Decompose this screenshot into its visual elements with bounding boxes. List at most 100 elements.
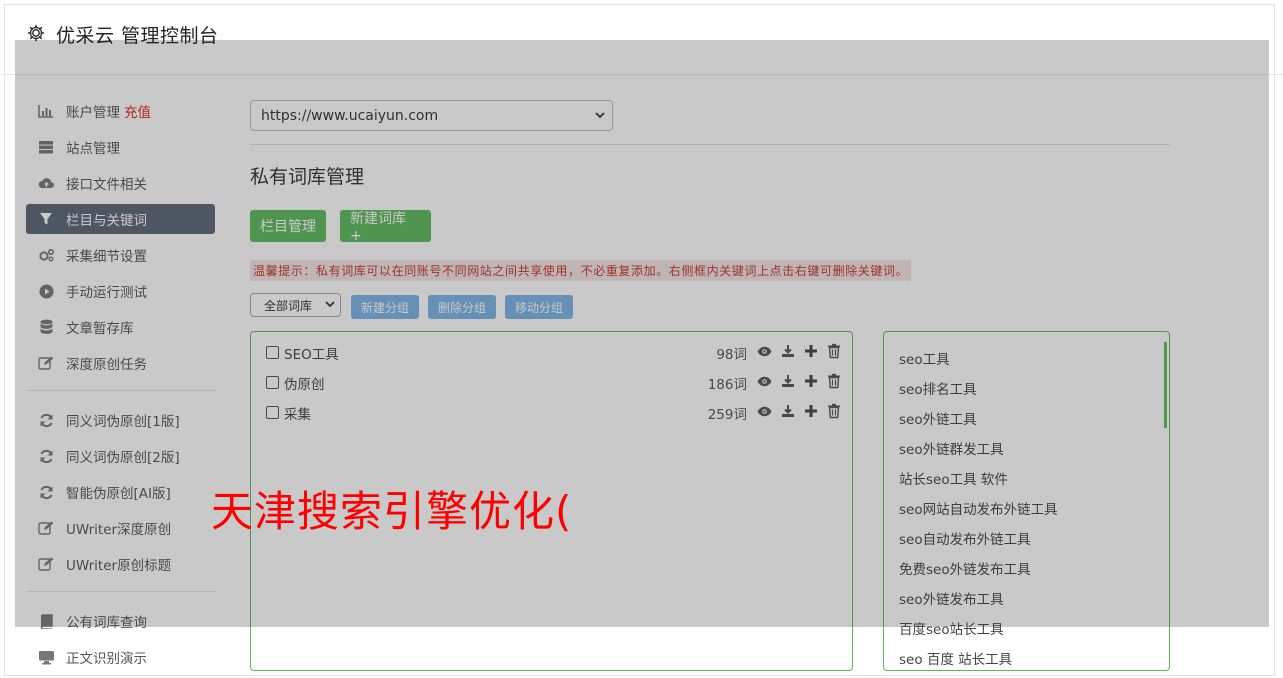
keyword-item[interactable]: seo 百度 站长工具 <box>899 648 1012 668</box>
sidebar-item-label: 公有词库查询 <box>66 615 147 631</box>
sidebar-item-label: 栏目与关键词 <box>66 213 147 229</box>
library-checkbox[interactable] <box>266 405 279 419</box>
keyword-item[interactable]: seo外链发布工具 <box>899 588 1004 608</box>
sidebar-item-label: 深度原创任务 <box>66 357 147 373</box>
sidebar-item-label: 同义词伪原创[1版] <box>66 414 180 430</box>
library-checkbox[interactable] <box>266 375 279 389</box>
download-icon[interactable] <box>781 374 795 392</box>
keyword-item[interactable]: seo自动发布外链工具 <box>899 528 1031 548</box>
library-name[interactable]: 伪原创 <box>284 373 708 393</box>
add-icon[interactable] <box>804 374 818 392</box>
download-icon[interactable] <box>781 344 795 362</box>
sidebar-item-text-recognition[interactable]: 正文识别演示 <box>26 642 215 672</box>
sidebar-item-manual-run[interactable]: 手动运行测试 <box>26 276 215 306</box>
sidebar-item-label: 智能伪原创[AI版] <box>66 486 171 502</box>
book-icon <box>37 613 55 629</box>
trash-icon[interactable] <box>827 403 841 423</box>
recharge-link[interactable]: 充值 <box>124 101 151 121</box>
keyword-item[interactable]: 免费seo外链发布工具 <box>899 558 1031 578</box>
sidebar-item-uwriter-title[interactable]: UWriter原创标题 <box>26 549 215 579</box>
page-title: 私有词库管理 <box>250 166 365 188</box>
tip-text: 温馨提示：私有词库可以在同账号不同网站之间共享使用，不必重复添加。右侧框内关键词… <box>250 260 912 281</box>
keyword-item[interactable]: seo排名工具 <box>899 378 977 398</box>
download-icon[interactable] <box>781 404 795 422</box>
watermark-text: 天津搜索引擎优化( <box>211 487 573 536</box>
sidebar-item-ai-original[interactable]: 智能伪原创[AI版] <box>26 477 215 507</box>
sidebar-item-label: 文章暂存库 <box>66 321 134 337</box>
sidebar-item-label: UWriter深度原创 <box>66 522 172 538</box>
library-row: 采集 259词 <box>266 403 841 423</box>
new-group-button[interactable]: 新建分组 <box>351 295 420 319</box>
move-group-button[interactable]: 移动分组 <box>505 295 574 319</box>
keyword-item[interactable]: seo工具 <box>899 348 950 368</box>
keyword-item[interactable]: 百度seo站长工具 <box>899 618 1004 638</box>
app-title: 优采云 管理控制台 <box>56 25 219 47</box>
delete-group-button[interactable]: 删除分组 <box>428 295 497 319</box>
trash-icon[interactable] <box>827 373 841 393</box>
library-name[interactable]: SEO工具 <box>284 343 716 363</box>
sidebar-item-sites[interactable]: 站点管理 <box>26 132 215 162</box>
library-count: 186词 <box>707 377 747 393</box>
eye-icon[interactable] <box>757 345 772 361</box>
keyword-list-panel: seo工具 seo排名工具 seo外链工具 seo外链群发工具 站长seo工具 … <box>883 331 1170 671</box>
edit-icon <box>37 355 55 371</box>
chevron-down-icon <box>594 109 606 125</box>
monitor-icon <box>37 649 55 665</box>
refresh-icon <box>37 412 55 428</box>
sidebar-item-synonym-v2[interactable]: 同义词伪原创[2版] <box>26 441 215 471</box>
group-select[interactable]: 全部词库 <box>250 293 341 317</box>
sidebar-item-label: 账户管理 <box>66 105 120 121</box>
sidebar-item-columns-keywords[interactable]: 栏目与关键词 <box>26 204 215 234</box>
gear-icon <box>26 23 46 43</box>
filter-icon <box>37 211 55 227</box>
chevron-down-icon <box>324 298 336 313</box>
sidebar-item-article-store[interactable]: 文章暂存库 <box>26 312 215 342</box>
trash-icon[interactable] <box>827 343 841 363</box>
eye-icon[interactable] <box>757 405 772 421</box>
database-icon <box>37 319 55 335</box>
library-checkbox[interactable] <box>266 345 279 359</box>
top-bar: 优采云 管理控制台 <box>0 0 1283 75</box>
sidebar-divider <box>26 591 215 592</box>
library-row: 伪原创 186词 <box>266 373 841 393</box>
refresh-icon <box>37 484 55 500</box>
sidebar-item-account[interactable]: 账户管理 充值 <box>26 96 215 126</box>
edit-icon <box>37 520 55 536</box>
sidebar-item-label: 站点管理 <box>66 141 120 157</box>
site-select[interactable]: https://www.ucaiyun.com <box>250 100 613 131</box>
cogs-icon <box>37 247 55 263</box>
sidebar-item-label: 手动运行测试 <box>66 285 147 301</box>
sidebar-item-deep-original[interactable]: 深度原创任务 <box>26 348 215 378</box>
sidebar-divider <box>26 390 215 391</box>
sidebar-item-label: UWriter原创标题 <box>66 558 172 574</box>
eye-icon[interactable] <box>757 375 772 391</box>
library-row: SEO工具 98词 <box>266 343 841 363</box>
sidebar-item-public-lib[interactable]: 公有词库查询 <box>26 606 215 636</box>
add-icon[interactable] <box>804 404 818 422</box>
column-manage-button[interactable]: 栏目管理 <box>250 210 326 242</box>
library-name[interactable]: 采集 <box>284 403 708 423</box>
sidebar-item-collect-settings[interactable]: 采集细节设置 <box>26 240 215 270</box>
keyword-scrollbar[interactable] <box>1164 342 1167 428</box>
add-icon[interactable] <box>804 344 818 362</box>
new-library-button[interactable]: 新建词库 + <box>340 210 431 244</box>
divider <box>250 144 1170 145</box>
refresh-icon <box>37 448 55 464</box>
sidebar-item-synonym-v1[interactable]: 同义词伪原创[1版] <box>26 405 215 435</box>
sidebar-item-uwriter-deep[interactable]: UWriter深度原创 <box>26 513 215 543</box>
sidebar-item-interface[interactable]: 接口文件相关 <box>26 168 215 198</box>
keyword-item[interactable]: 站长seo工具 软件 <box>899 468 1008 488</box>
sidebar-item-label: 正文识别演示 <box>66 651 147 667</box>
library-count: 259词 <box>707 407 747 423</box>
keyword-item[interactable]: seo网站自动发布外链工具 <box>899 498 1058 518</box>
sidebar-item-label: 接口文件相关 <box>66 177 147 193</box>
keyword-item[interactable]: seo外链群发工具 <box>899 438 1004 458</box>
group-select-value: 全部词库 <box>264 298 313 313</box>
sidebar-item-label: 采集细节设置 <box>66 249 147 265</box>
cloud-upload-icon <box>37 175 55 191</box>
keyword-item[interactable]: seo外链工具 <box>899 408 977 428</box>
bar-chart-icon <box>37 103 55 119</box>
sidebar-item-label: 同义词伪原创[2版] <box>66 450 180 466</box>
site-select-value: https://www.ucaiyun.com <box>261 107 439 124</box>
edit-icon <box>37 556 55 572</box>
